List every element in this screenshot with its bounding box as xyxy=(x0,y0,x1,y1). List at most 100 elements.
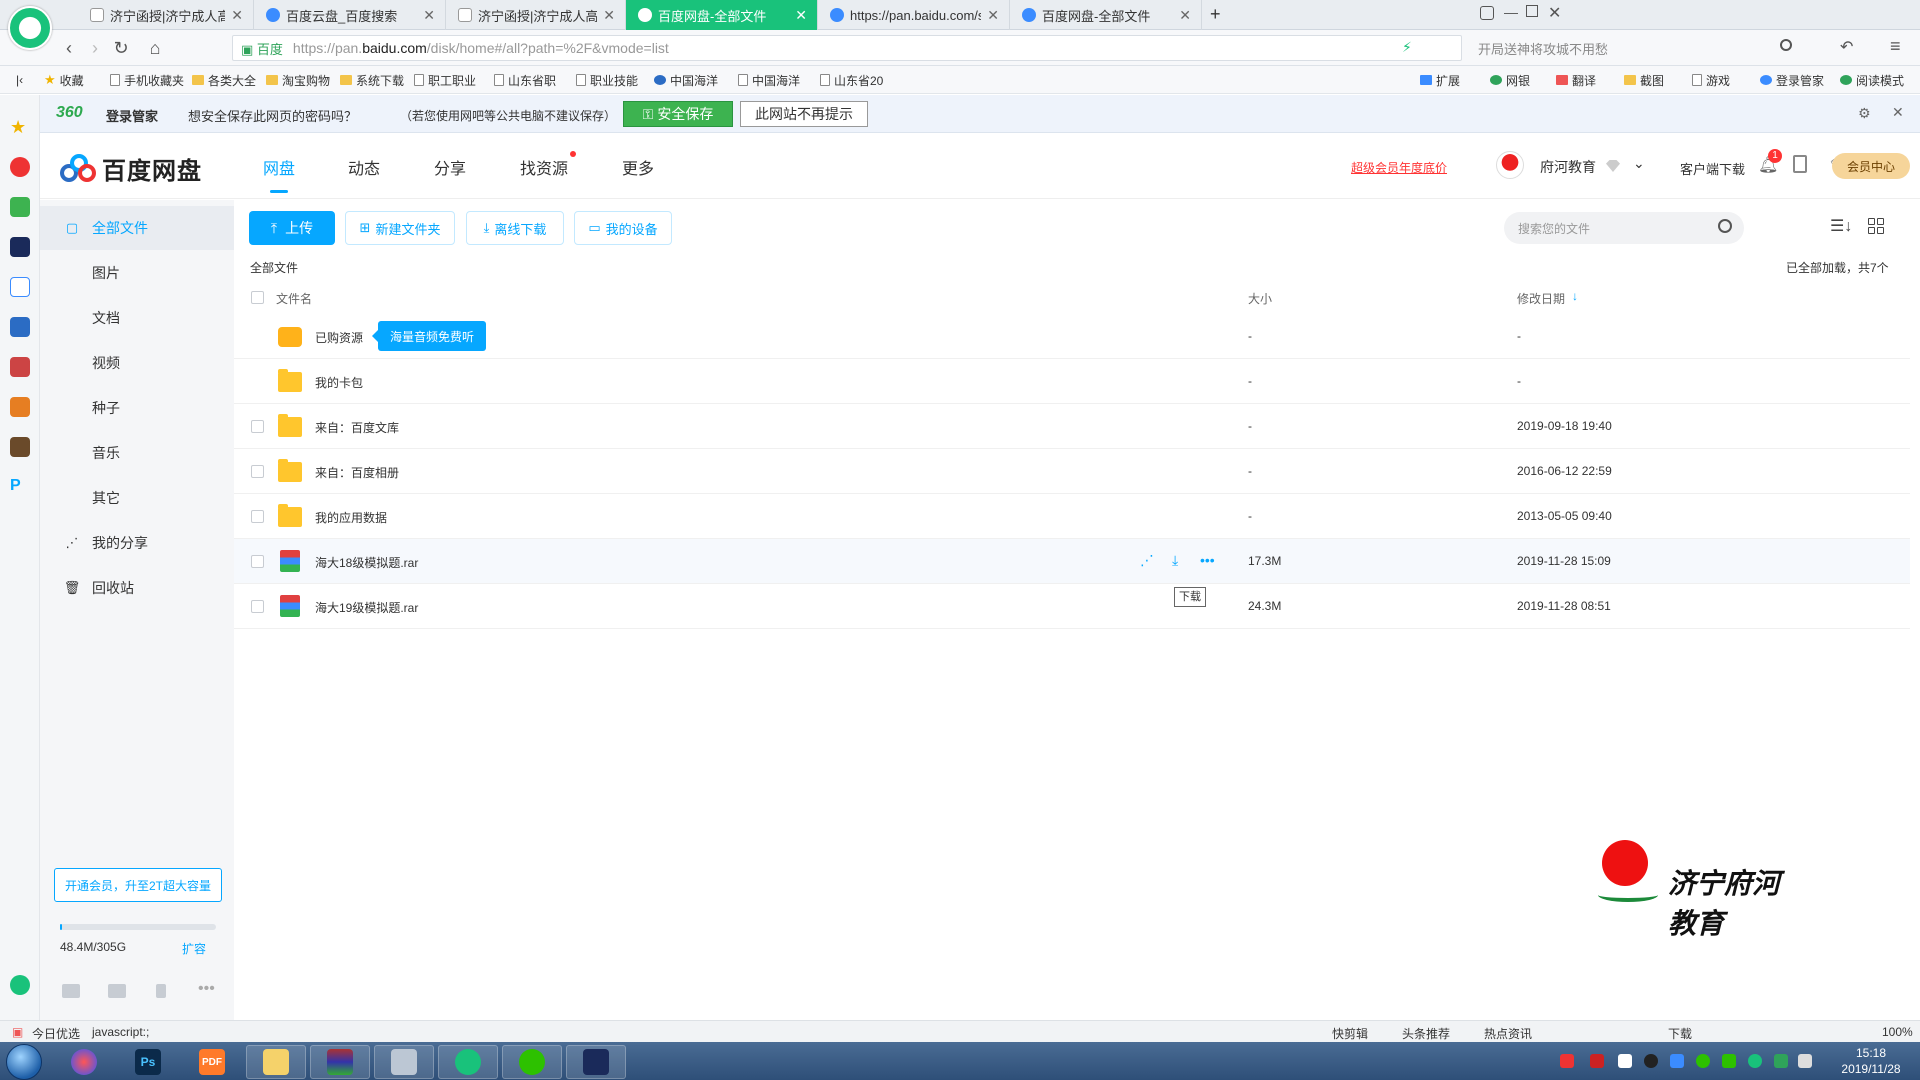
taskbar-wechat[interactable] xyxy=(502,1045,562,1079)
close-icon[interactable]: ✕ xyxy=(795,7,807,24)
game-icon[interactable] xyxy=(10,397,30,417)
nav-images[interactable]: 图片 xyxy=(40,251,234,295)
never-remind-button[interactable]: 此网站不再提示 xyxy=(740,101,868,127)
my-devices-button[interactable]: ▭ 我的设备 xyxy=(574,211,672,245)
game-icon[interactable] xyxy=(10,437,30,457)
tray-icon[interactable] xyxy=(1670,1054,1684,1068)
bookmark-item[interactable]: 职工职业 xyxy=(414,72,476,88)
bookmark-item[interactable]: 各类大全 xyxy=(192,72,256,88)
vip-promo-link[interactable]: 超级会员年度底价 xyxy=(1351,159,1447,176)
refresh-button[interactable]: ↻ xyxy=(110,37,132,59)
add-icon[interactable] xyxy=(10,975,30,995)
nav-other[interactable]: 其它 xyxy=(40,476,234,520)
tab-jining-1[interactable]: 济宁函授|济宁成人高考|济宁函✕ xyxy=(78,0,254,30)
table-row[interactable]: 来自：百度文库 - 2019-09-18 19:40 xyxy=(234,404,1910,449)
mail-icon[interactable] xyxy=(10,197,30,217)
search-icon[interactable] xyxy=(1780,39,1792,51)
file-name[interactable]: 海大18级模拟题.rar xyxy=(315,554,418,571)
avatar[interactable] xyxy=(1496,151,1524,179)
laptop-icon[interactable] xyxy=(108,984,126,998)
close-icon[interactable]: ✕ xyxy=(603,7,615,24)
vip-center-button[interactable]: 会员中心 xyxy=(1832,153,1910,179)
bookmark-item[interactable]: 职业技能 xyxy=(576,72,638,88)
upload-button[interactable]: ⤒ 上传 xyxy=(249,211,335,245)
game-icon[interactable] xyxy=(10,357,30,377)
undo-icon[interactable]: ↶ xyxy=(1840,37,1853,57)
bookmark-item[interactable]: 中国海洋 xyxy=(738,72,800,88)
nav-recycle-bin[interactable]: 🗑︎ 回收站 xyxy=(40,566,234,610)
row-checkbox[interactable] xyxy=(251,600,264,613)
more-actions-icon[interactable]: ••• xyxy=(1200,552,1215,568)
taskbar-photoshop[interactable]: Ps xyxy=(118,1045,178,1079)
tray-icon[interactable] xyxy=(1590,1054,1604,1068)
nav-documents[interactable]: 文档 xyxy=(40,296,234,340)
file-name[interactable]: 海大19级模拟题.rar xyxy=(315,599,418,616)
file-name[interactable]: 已购资源 xyxy=(315,329,363,346)
tray-icon[interactable] xyxy=(1696,1054,1710,1068)
tray-shield-icon[interactable] xyxy=(1774,1054,1788,1068)
file-name[interactable]: 来自：百度相册 xyxy=(315,464,399,481)
sidebar-toggle-icon[interactable]: |‹ xyxy=(16,72,23,88)
quick-edit-link[interactable]: 快剪辑 xyxy=(1332,1025,1368,1042)
chat-icon[interactable] xyxy=(10,317,30,337)
star-icon[interactable]: ★ xyxy=(10,117,30,137)
start-button[interactable] xyxy=(6,1044,42,1080)
url-field[interactable]: ▣ 百度 https://pan. baidu.com/disk/home#/al… xyxy=(232,35,1462,61)
maximize-button[interactable] xyxy=(1526,5,1538,17)
tab-baidu-pan-2[interactable]: 百度网盘-全部文件 ✕ xyxy=(1010,0,1202,30)
taskbar-browser[interactable] xyxy=(438,1045,498,1079)
share-icon[interactable]: ⋰ xyxy=(1140,552,1154,569)
bookmark-item[interactable]: 山东省职 xyxy=(494,72,556,88)
file-name[interactable]: 来自：百度文库 xyxy=(315,419,399,436)
bookmark-item[interactable]: 手机收藏夹 xyxy=(110,72,184,88)
select-all-checkbox[interactable] xyxy=(251,291,264,304)
bookmark-item[interactable]: 系统下载 xyxy=(340,72,404,88)
table-row[interactable]: 来自：百度相册 - 2016-06-12 22:59 xyxy=(234,449,1910,494)
download-icon[interactable]: ⤓ xyxy=(1172,552,1178,569)
window-close-button[interactable]: ✕ xyxy=(1548,3,1561,23)
client-download-link[interactable]: 客户端下载 xyxy=(1680,159,1745,178)
tab-baidu-search[interactable]: 百度云盘_百度搜索 ✕ xyxy=(254,0,446,30)
ebank-menu[interactable]: 网银 xyxy=(1490,72,1530,88)
row-checkbox[interactable] xyxy=(251,465,264,478)
minimize-button[interactable]: — xyxy=(1504,4,1518,20)
close-icon[interactable]: ✕ xyxy=(1892,104,1904,121)
daily-pick-link[interactable]: 今日优选 xyxy=(32,1025,80,1042)
row-checkbox[interactable] xyxy=(251,555,264,568)
grid-view-icon[interactable] xyxy=(1868,218,1884,234)
app-icon[interactable] xyxy=(10,237,30,257)
pan-logo[interactable]: 百度网盘 xyxy=(60,151,202,186)
nav-share[interactable]: 分享 xyxy=(434,155,466,179)
nav-my-shares[interactable]: ⋰ 我的分享 xyxy=(40,521,234,565)
taskbar-calculator[interactable] xyxy=(374,1045,434,1079)
screenshot-menu[interactable]: 截图 xyxy=(1624,72,1664,88)
expand-storage-link[interactable]: 扩容 xyxy=(182,940,206,957)
bookmark-item[interactable]: 山东省20 xyxy=(820,72,883,88)
nav-find-resources[interactable]: 找资源 xyxy=(520,155,568,179)
home-button[interactable]: ⌂ xyxy=(144,37,166,59)
bookmark-item[interactable]: 中国海洋 xyxy=(654,72,718,88)
table-row[interactable]: 海大19级模拟题.rar 24.3M 2019-11-28 08:51 xyxy=(234,584,1910,629)
col-size[interactable]: 大小 xyxy=(1248,290,1272,307)
tray-qq-icon[interactable] xyxy=(1644,1054,1658,1068)
desktop-icon[interactable] xyxy=(62,984,80,998)
table-row[interactable]: 我的应用数据 - 2013-05-05 09:40 xyxy=(234,494,1910,539)
login-manager-link[interactable]: 登录管家 xyxy=(1760,72,1824,88)
sort-icon[interactable]: ☰↓ xyxy=(1830,216,1852,236)
taskbar-pdf[interactable]: PDF xyxy=(182,1045,242,1079)
downloads-link[interactable]: 下载 xyxy=(1668,1025,1692,1042)
tray-network-icon[interactable] xyxy=(1798,1054,1812,1068)
offline-download-button[interactable]: ⤓ 离线下载 xyxy=(466,211,564,245)
table-row[interactable]: 已购资源 海量音频免费听 - - xyxy=(234,314,1910,359)
close-icon[interactable]: ✕ xyxy=(231,7,243,24)
taskbar-explorer[interactable] xyxy=(246,1045,306,1079)
nav-activity[interactable]: 动态 xyxy=(348,155,380,179)
col-filename[interactable]: 文件名 xyxy=(276,290,312,307)
bookmark-favorites[interactable]: ★ 收藏 xyxy=(44,72,84,88)
table-row[interactable]: 海大18级模拟题.rar ⋰ ⤓ ••• 17.3M 2019-11-28 15… xyxy=(234,539,1910,584)
nav-all-files[interactable]: ▢ 全部文件 xyxy=(40,206,234,250)
gear-icon[interactable]: ⚙ xyxy=(1858,105,1871,122)
headline-link[interactable]: 头条推荐 xyxy=(1402,1025,1450,1042)
back-button[interactable]: ‹ xyxy=(58,37,80,59)
tab-pan-share-link[interactable]: https://pan.baidu.com/s/1ya5✕ xyxy=(818,0,1010,30)
